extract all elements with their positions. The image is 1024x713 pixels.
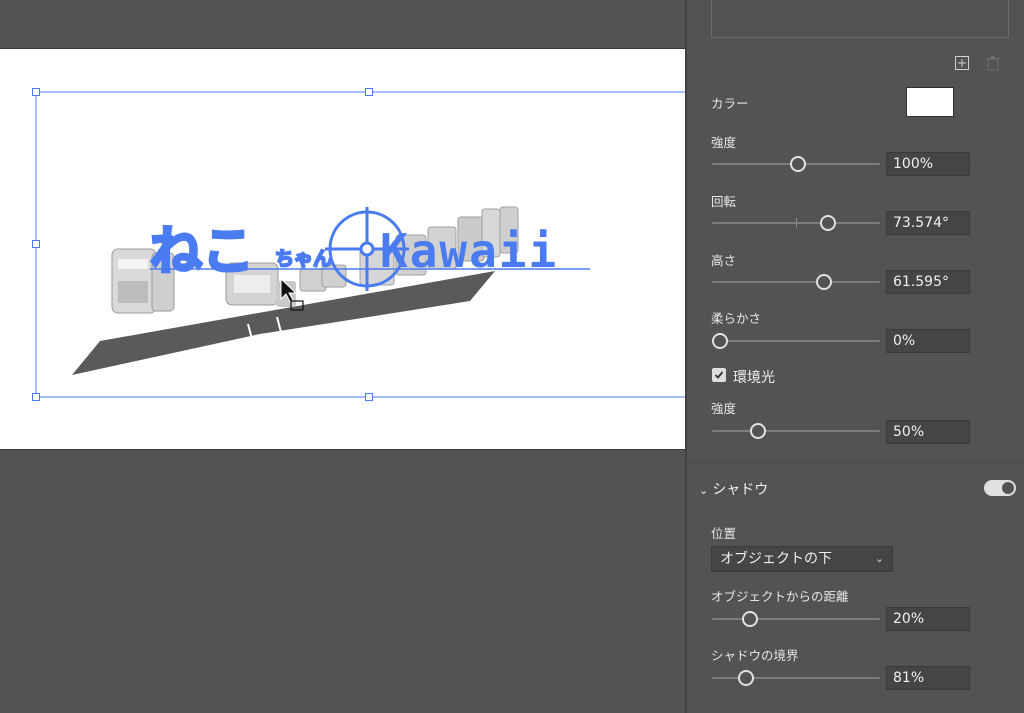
- shadow-boundary-field[interactable]: 81%: [886, 666, 970, 690]
- selection-handle[interactable]: [32, 240, 40, 248]
- text-outline-latin: Kawaii: [380, 224, 558, 278]
- intensity-slider[interactable]: [712, 154, 880, 174]
- intensity-field[interactable]: 100%: [886, 152, 970, 176]
- ambient-light-label: 環境光: [733, 370, 775, 386]
- properties-panel: カラー 強度 100% 回転 73.574° 高さ 61.595° 柔らかさ 0…: [685, 0, 1024, 713]
- height-slider-thumb[interactable]: [816, 274, 832, 290]
- ambient-intensity-slider[interactable]: [712, 421, 880, 441]
- trash-icon: [986, 55, 1000, 70]
- shadow-toggle-knob: [1002, 482, 1014, 494]
- shadow-boundary-slider-thumb[interactable]: [738, 670, 754, 686]
- ambient-intensity-field[interactable]: 50%: [886, 420, 970, 444]
- color-label: カラー: [711, 96, 749, 111]
- text-outline-main: ねこ: [150, 222, 254, 282]
- shadow-boundary-slider[interactable]: [712, 668, 880, 688]
- ambient-intensity-slider-thumb[interactable]: [750, 423, 766, 439]
- rotation-field[interactable]: 73.574°: [886, 211, 970, 235]
- shadow-section-header[interactable]: ⌄ シャドウ: [699, 479, 768, 499]
- softness-label: 柔らかさ: [711, 311, 762, 326]
- ambient-light-checkbox[interactable]: [712, 368, 726, 382]
- distance-label: オブジェクトからの距離: [711, 589, 849, 604]
- selection-handle[interactable]: [365, 393, 373, 401]
- shadow-boundary-label: シャドウの境界: [711, 648, 799, 663]
- ambient-intensity-label: 強度: [711, 401, 737, 416]
- delete-light-button[interactable]: [984, 54, 1002, 72]
- intensity-slider-thumb[interactable]: [790, 156, 806, 172]
- rotation-slider[interactable]: [712, 213, 880, 233]
- softness-slider[interactable]: [712, 331, 880, 351]
- text-outline-small: ちゃん: [275, 248, 332, 270]
- selection-handle[interactable]: [365, 88, 373, 96]
- checkmark-icon: [714, 371, 724, 379]
- artwork-3d-text[interactable]: ねこ ちゃん Kawaii: [0, 49, 685, 449]
- rotation-label: 回転: [711, 194, 737, 209]
- distance-slider[interactable]: [712, 609, 880, 629]
- position-label: 位置: [711, 526, 737, 541]
- add-light-icon: [955, 56, 969, 70]
- shadow-section-title: シャドウ: [712, 482, 769, 498]
- selection-handle[interactable]: [32, 88, 40, 96]
- height-label: 高さ: [711, 253, 737, 268]
- chevron-down-icon: ⌄: [874, 552, 884, 565]
- height-field[interactable]: 61.595°: [886, 270, 970, 294]
- softness-field[interactable]: 0%: [886, 329, 970, 353]
- section-divider: [687, 462, 1024, 463]
- selection-handle[interactable]: [32, 393, 40, 401]
- shadow-position-value: オブジェクトの下: [720, 551, 832, 567]
- rotation-slider-thumb[interactable]: [820, 215, 836, 231]
- distance-slider-thumb[interactable]: [742, 611, 758, 627]
- target-center-handle: [359, 241, 375, 257]
- intensity-label: 強度: [711, 135, 737, 150]
- add-light-button[interactable]: [953, 54, 971, 72]
- softness-slider-thumb[interactable]: [712, 333, 728, 349]
- lighting-preview-box: [711, 0, 1009, 38]
- canvas-workspace[interactable]: ねこ ちゃん Kawaii: [0, 0, 685, 713]
- shadow-toggle[interactable]: [984, 480, 1016, 496]
- distance-field[interactable]: 20%: [886, 607, 970, 631]
- shadow-position-dropdown[interactable]: オブジェクトの下 ⌄: [711, 546, 893, 572]
- chevron-down-icon: ⌄: [699, 484, 709, 497]
- light-color-swatch[interactable]: [906, 87, 954, 117]
- artboard[interactable]: ねこ ちゃん Kawaii: [0, 48, 685, 450]
- height-slider[interactable]: [712, 272, 880, 292]
